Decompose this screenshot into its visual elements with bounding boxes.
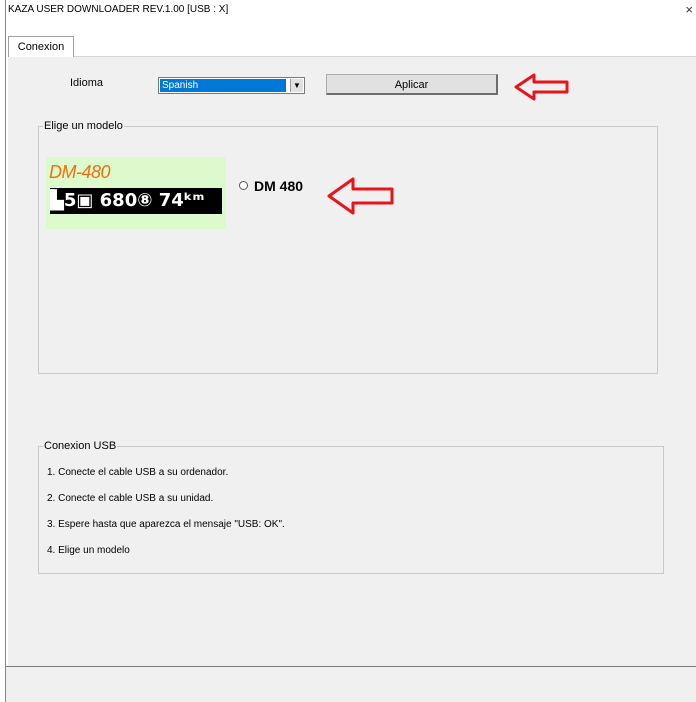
language-label: Idioma <box>70 77 104 89</box>
model-display-image: DM-480 ▙5▣ 680⑧ 74ᵏᵐ <box>46 157 226 229</box>
display-lcd: ▙5▣ 680⑧ 74ᵏᵐ <box>50 188 222 214</box>
close-icon[interactable]: × <box>685 2 693 17</box>
model-radio-label[interactable]: DM 480 <box>254 178 303 194</box>
language-select[interactable]: Spanish ▼ <box>158 77 305 94</box>
tab-conexion[interactable]: Conexion <box>8 36 74 57</box>
usb-step: 2. Conecte el cable USB a su unidad. <box>47 493 214 504</box>
window-title: KAZA USER DOWNLOADER REV.1.00 [USB : X] <box>8 4 229 15</box>
usb-step: 4. Elige un modelo <box>47 545 130 556</box>
model-radio-dm480[interactable] <box>239 181 248 190</box>
title-bar: KAZA USER DOWNLOADER REV.1.00 [USB : X] … <box>6 0 696 18</box>
language-select-value: Spanish <box>160 79 286 92</box>
chevron-down-icon[interactable]: ▼ <box>290 79 303 92</box>
usb-step: 1. Conecte el cable USB a su ordenador. <box>47 467 229 478</box>
usb-group-legend: Conexion USB <box>43 440 118 452</box>
model-group-legend: Elige un modelo <box>43 120 124 132</box>
usb-step: 3. Espere hasta que aparezca el mensaje … <box>47 519 285 530</box>
display-model-text: DM-480 <box>49 162 111 182</box>
annotation-arrow-icon <box>327 177 394 215</box>
apply-button[interactable]: Aplicar <box>326 74 498 95</box>
usb-group: Conexion USB <box>38 440 664 574</box>
annotation-arrow-icon <box>514 73 569 101</box>
main-window: KAZA USER DOWNLOADER REV.1.00 [USB : X] … <box>5 0 696 702</box>
status-area <box>6 667 696 702</box>
